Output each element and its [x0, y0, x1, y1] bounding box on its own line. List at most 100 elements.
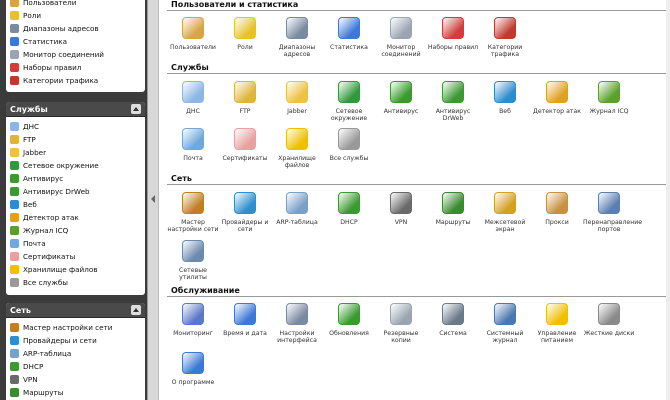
sidebar-item[interactable]: Почта [6, 237, 145, 250]
tile[interactable]: Время и дата [219, 303, 271, 337]
sidebar-item-icon [10, 362, 19, 371]
tile[interactable]: Сетевые утилиты [167, 240, 219, 281]
tile[interactable]: Хранилище файлов [271, 128, 323, 169]
tile-label: Сетевые утилиты [179, 267, 207, 281]
sidebar-item[interactable]: Детектор атак [6, 211, 145, 224]
tile[interactable]: Наборы правил [427, 17, 479, 51]
sidebar-item-label: VPN [23, 375, 38, 384]
sidebar-item[interactable]: Сетевое окружение [6, 159, 145, 172]
sidebar-item[interactable]: DHCP [6, 360, 145, 373]
sidebar-item-icon [10, 161, 19, 170]
tile-icon [390, 81, 412, 103]
sidebar-item[interactable]: Диапазоны адресов [6, 22, 145, 35]
sidebar-panel-header[interactable]: Службы [6, 102, 145, 117]
section-divider [167, 73, 670, 74]
sidebar-item[interactable]: FTP [6, 133, 145, 146]
tile[interactable]: Перенаправление портов [583, 192, 642, 233]
tile[interactable]: О программе [167, 352, 219, 386]
tile[interactable]: Сетевое окружение [323, 81, 375, 122]
sidebar-item-label: Сертификаты [23, 252, 76, 261]
tile[interactable]: Резервные копии [375, 303, 427, 344]
tile[interactable]: Пользователи [167, 17, 219, 51]
tile[interactable]: Детектор атак [531, 81, 583, 115]
sidebar-item[interactable]: Провайдеры и сети [6, 334, 145, 347]
tile-label: Время и дата [223, 330, 267, 337]
tile-label: Наборы правил [427, 44, 479, 51]
tile[interactable]: Мониторинг [167, 303, 219, 337]
sidebar-item[interactable]: ARP-таблица [6, 347, 145, 360]
sidebar-item[interactable]: VPN [6, 373, 145, 386]
tile[interactable]: Система [427, 303, 479, 337]
tile[interactable]: Межсетевой экран [479, 192, 531, 233]
tile[interactable]: Системный журнал [479, 303, 531, 344]
tile-label: Детектор атак [533, 108, 581, 115]
tile-label: Управление питанием [537, 330, 577, 344]
tile[interactable]: Настройки интерфейса [271, 303, 323, 344]
sidebar-item-label: Антивирус [23, 174, 64, 183]
sidebar-item-icon [10, 148, 19, 157]
tile[interactable]: Диапазоны адресов [271, 17, 323, 58]
tile[interactable]: Антивирус [375, 81, 427, 115]
sidebar-item[interactable]: Веб [6, 198, 145, 211]
tile[interactable]: Провайдеры и сети [219, 192, 271, 233]
tile[interactable]: Журнал ICQ [583, 81, 635, 115]
tile[interactable]: Обновления [323, 303, 375, 337]
tile[interactable]: Антивирус DrWeb [427, 81, 479, 122]
sidebar-item[interactable]: ДНС [6, 120, 145, 133]
tile-label: Мониторинг [173, 330, 213, 337]
tile[interactable]: Почта [167, 128, 219, 162]
tile[interactable]: Веб [479, 81, 531, 115]
tile[interactable]: FTP [219, 81, 271, 115]
tile-icon [390, 303, 412, 325]
sidebar-item[interactable]: Статистика [6, 35, 145, 48]
sidebar-item[interactable]: Мастер настройки сети [6, 321, 145, 334]
tile[interactable]: Jabber [271, 81, 323, 115]
collapse-arrow-icon[interactable] [151, 195, 155, 203]
tile[interactable]: ДНС [167, 81, 219, 115]
sidebar-item[interactable]: Монитор соединений [6, 48, 145, 61]
tile[interactable]: Категории трафика [479, 17, 531, 58]
tile[interactable]: Мастер настройки сети [167, 192, 219, 233]
sidebar-item-label: Пользователи [23, 0, 77, 7]
tile[interactable]: Статистика [323, 17, 375, 51]
sidebar-item-label: Монитор соединений [23, 50, 104, 59]
sidebar-splitter[interactable] [147, 0, 159, 400]
tile[interactable]: Сертификаты [219, 128, 271, 162]
sidebar-item-label: Диапазоны адресов [23, 24, 99, 33]
sidebar-item[interactable]: Сертификаты [6, 250, 145, 263]
sidebar-item[interactable]: Хранилище файлов [6, 263, 145, 276]
tile[interactable]: Роли [219, 17, 271, 51]
sidebar-item[interactable]: Антивирус [6, 172, 145, 185]
tile[interactable]: Все службы [323, 128, 375, 162]
tile-icon [338, 17, 360, 39]
sidebar-item[interactable]: Все службы [6, 276, 145, 289]
tile[interactable]: VPN [375, 192, 427, 226]
tile[interactable]: Прокси [531, 192, 583, 226]
sidebar-item[interactable]: Антивирус DrWeb [6, 185, 145, 198]
tile[interactable]: DHCP [323, 192, 375, 226]
tile-icon [494, 81, 516, 103]
sidebar-item-label: Детектор атак [23, 213, 79, 222]
tile[interactable]: Жесткие диски [583, 303, 635, 337]
sidebar-item[interactable]: Маршруты [6, 386, 145, 399]
sidebar-item[interactable]: Роли [6, 9, 145, 22]
collapse-icon[interactable] [131, 104, 141, 114]
tile-icon [182, 192, 204, 214]
tile-label: Антивирус [383, 108, 419, 115]
sidebar-item[interactable]: Jabber [6, 146, 145, 159]
tile-icon [598, 303, 620, 325]
sidebar-item[interactable]: Пользователи [6, 0, 145, 9]
sidebar-item[interactable]: Журнал ICQ [6, 224, 145, 237]
tile[interactable]: Маршруты [427, 192, 479, 226]
sidebar-item[interactable]: Категории трафика [6, 74, 145, 87]
sidebar-item-label: Все службы [23, 278, 68, 287]
tile[interactable]: ARP-таблица [271, 192, 323, 226]
sidebar-item[interactable]: Наборы правил [6, 61, 145, 74]
scrollbar[interactable] [666, 0, 670, 400]
tile-label: ARP-таблица [276, 219, 318, 226]
collapse-icon[interactable] [131, 305, 141, 315]
tile-icon [494, 192, 516, 214]
sidebar-panel-header[interactable]: Сеть [6, 303, 145, 318]
tile[interactable]: Управление питанием [531, 303, 583, 344]
tile[interactable]: Монитор соединений [375, 17, 427, 58]
